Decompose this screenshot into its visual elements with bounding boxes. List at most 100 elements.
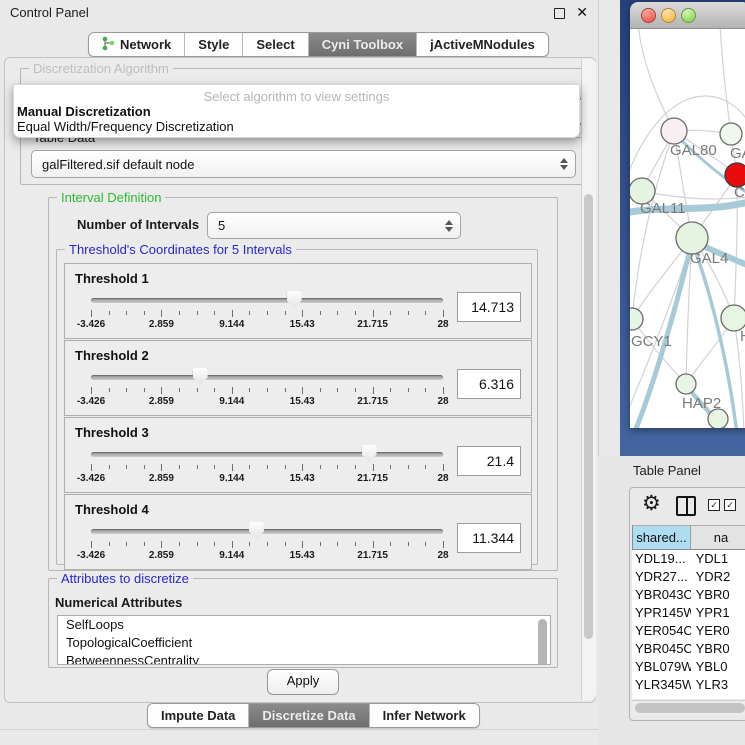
table-cell[interactable]: YBR0 bbox=[691, 640, 745, 658]
dropdown-option-manual-discretization[interactable]: Manual Discretization bbox=[17, 104, 151, 119]
tab-network[interactable]: Network bbox=[89, 33, 185, 56]
table-cell[interactable]: YDR27... bbox=[632, 568, 691, 586]
threshold-slider[interactable]: -3.4262.8599.14415.4321.71528 bbox=[91, 290, 443, 332]
table-cell[interactable]: YIL052C bbox=[632, 694, 691, 697]
gear-icon[interactable]: ⚙ bbox=[642, 491, 661, 515]
tick-label: -3.426 bbox=[77, 319, 105, 330]
traffic-light-zoom-icon[interactable] bbox=[681, 8, 696, 23]
table-panel: Table Panel ⚙ ✓ ✓ shared...na YDL19...YD… bbox=[598, 456, 745, 745]
slider-track[interactable] bbox=[91, 452, 443, 457]
table-cell[interactable]: YIL0 bbox=[691, 694, 745, 697]
list-item-betweennesscentrality[interactable]: BetweennessCentrality bbox=[58, 652, 550, 665]
table-cell[interactable]: YER054C bbox=[632, 622, 691, 640]
number-of-intervals-combobox[interactable]: 5 bbox=[207, 212, 461, 239]
tick-mark bbox=[109, 542, 110, 546]
tab-cyni-toolbox[interactable]: Cyni Toolbox bbox=[309, 33, 417, 56]
table-row[interactable]: YDL19...YDL1 bbox=[632, 550, 745, 568]
tick-mark bbox=[425, 542, 426, 546]
network-node-gal80[interactable] bbox=[661, 118, 687, 144]
close-icon[interactable]: ✕ bbox=[576, 4, 588, 21]
tick-label: 21.715 bbox=[357, 550, 388, 561]
tab-infer-network[interactable]: Infer Network bbox=[370, 704, 479, 727]
stepper-icon[interactable] bbox=[560, 158, 568, 170]
table-row[interactable]: YBL079WYBL0 bbox=[632, 658, 745, 676]
table-cell[interactable]: YBL0 bbox=[691, 658, 745, 676]
table-cell[interactable]: YBR0 bbox=[691, 586, 745, 604]
network-node-gcy1[interactable] bbox=[630, 308, 643, 330]
network-node-hap2[interactable] bbox=[676, 374, 696, 394]
tab-label: Select bbox=[256, 37, 294, 52]
tab-style[interactable]: Style bbox=[185, 33, 243, 56]
table-row[interactable]: YBR045CYBR0 bbox=[632, 640, 745, 658]
threshold-value-field[interactable]: 14.713 bbox=[457, 292, 521, 322]
list-item-selfloops[interactable]: SelfLoops bbox=[58, 616, 550, 634]
table-cell[interactable]: YLR3 bbox=[691, 676, 745, 694]
apply-button[interactable]: Apply bbox=[267, 669, 339, 695]
network-window-titlebar[interactable] bbox=[630, 2, 745, 29]
slider-thumb[interactable] bbox=[287, 291, 302, 308]
tab-select[interactable]: Select bbox=[243, 33, 308, 56]
column-header-shared[interactable]: shared... bbox=[632, 525, 691, 550]
table-cell[interactable]: YPR145W bbox=[632, 604, 691, 622]
list-scrollbar[interactable] bbox=[538, 619, 547, 665]
table-cell[interactable]: YBR043C bbox=[632, 586, 691, 604]
threshold-slider[interactable]: -3.4262.8599.14415.4321.71528 bbox=[91, 444, 443, 486]
slider-thumb[interactable] bbox=[249, 522, 264, 539]
numerical-attributes-list[interactable]: SelfLoopsTopologicalCoefficientBetweenne… bbox=[57, 615, 551, 665]
tick-mark bbox=[144, 542, 145, 546]
table-cell[interactable]: YER0 bbox=[691, 622, 745, 640]
table-cell[interactable]: YPR1 bbox=[691, 604, 745, 622]
tick-mark bbox=[161, 464, 162, 471]
threshold-value-field[interactable]: 6.316 bbox=[457, 369, 521, 399]
stepper-icon[interactable] bbox=[445, 220, 453, 232]
table-cell[interactable]: YDL19... bbox=[632, 550, 691, 568]
table-data-group: Table Data galFiltered.sif default node bbox=[20, 137, 585, 185]
table-row[interactable]: YER054CYER0 bbox=[632, 622, 745, 640]
checkbox-icon[interactable]: ✓ bbox=[708, 499, 720, 511]
slider-thumb[interactable] bbox=[193, 368, 208, 385]
slider-track[interactable] bbox=[91, 375, 443, 380]
table-cell[interactable]: YBR045C bbox=[632, 640, 691, 658]
table-row[interactable]: YLR345WYLR3 bbox=[632, 676, 745, 694]
slider-track[interactable] bbox=[91, 298, 443, 303]
tab-label: Infer Network bbox=[383, 708, 466, 723]
table-row[interactable]: YIL052CYIL0 bbox=[632, 694, 745, 697]
traffic-light-minimize-icon[interactable] bbox=[661, 8, 676, 23]
threshold-value-field[interactable]: 21.4 bbox=[457, 446, 521, 476]
tick-mark bbox=[232, 541, 233, 548]
table-hscrollbar[interactable] bbox=[632, 700, 745, 716]
threshold-slider[interactable]: -3.4262.8599.14415.4321.71528 bbox=[91, 367, 443, 409]
network-canvas[interactable]: GAL80GACGAL11GAL4GCY1HHAP2 bbox=[630, 29, 745, 428]
dropdown-option-equal-width-frequency[interactable]: Equal Width/Frequency Discretization bbox=[17, 119, 234, 134]
threshold-value-field[interactable]: 11.344 bbox=[457, 523, 521, 553]
network-node[interactable] bbox=[708, 409, 728, 428]
list-item-topologicalcoefficient[interactable]: TopologicalCoefficient bbox=[58, 634, 550, 652]
table-cell[interactable]: YBL079W bbox=[632, 658, 691, 676]
columns-icon[interactable] bbox=[676, 496, 696, 516]
table-row[interactable]: YPR145WYPR1 bbox=[632, 604, 745, 622]
tick-mark bbox=[197, 542, 198, 546]
scrollbar-thumb[interactable] bbox=[584, 194, 593, 639]
slider-track[interactable] bbox=[91, 529, 443, 534]
column-header-na[interactable]: na bbox=[691, 525, 745, 550]
table-cell[interactable]: YLR345W bbox=[632, 676, 691, 694]
float-window-icon[interactable] bbox=[554, 8, 565, 19]
tab-impute-data[interactable]: Impute Data bbox=[148, 704, 249, 727]
table-cell[interactable]: YDR2 bbox=[691, 568, 745, 586]
tab-discretize-data[interactable]: Discretize Data bbox=[249, 704, 369, 727]
slider-thumb[interactable] bbox=[362, 445, 377, 462]
checkbox-icon[interactable]: ✓ bbox=[724, 499, 736, 511]
tab-jactivemnodules[interactable]: jActiveMNodules bbox=[417, 33, 548, 56]
table-cell[interactable]: YDL1 bbox=[691, 550, 745, 568]
network-node-ga[interactable] bbox=[720, 123, 742, 145]
table-data-combobox[interactable]: galFiltered.sif default node bbox=[31, 150, 576, 178]
tick-mark bbox=[91, 310, 92, 317]
threshold-slider[interactable]: -3.4262.8599.14415.4321.71528 bbox=[91, 521, 443, 563]
table-row[interactable]: YDR27...YDR2 bbox=[632, 568, 745, 586]
traffic-light-close-icon[interactable] bbox=[641, 8, 656, 23]
content-scrollbar[interactable] bbox=[581, 59, 596, 700]
tick-label: 15.43 bbox=[290, 319, 315, 330]
scrollbar-thumb[interactable] bbox=[635, 703, 745, 713]
network-graph[interactable]: GAL80GACGAL11GAL4GCY1HHAP2 bbox=[630, 29, 745, 428]
table-row[interactable]: YBR043CYBR0 bbox=[632, 586, 745, 604]
